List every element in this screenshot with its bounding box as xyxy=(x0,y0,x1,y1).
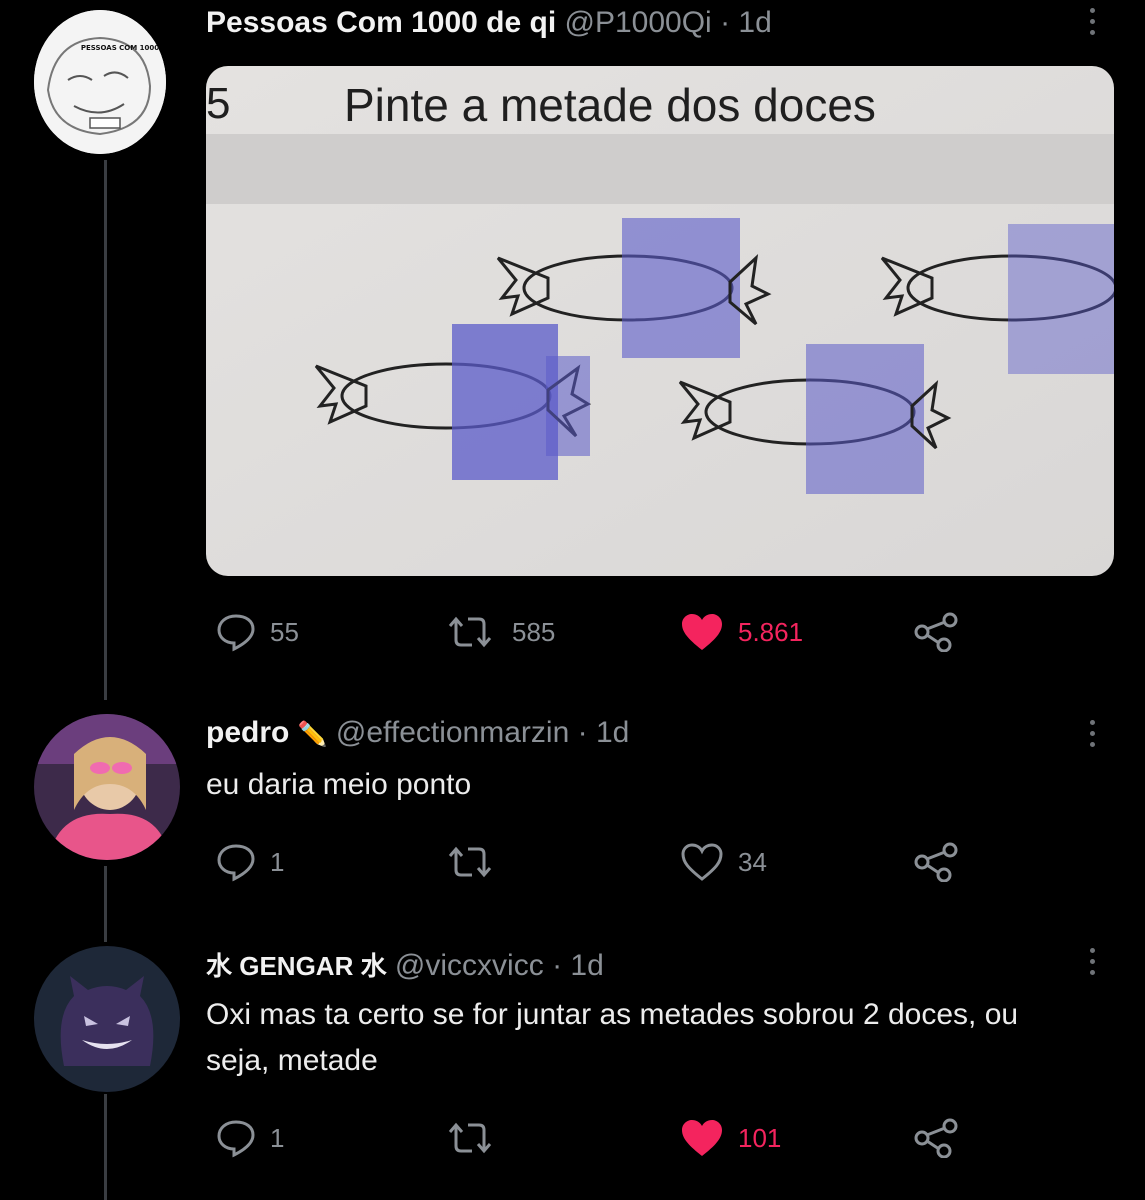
tweet-text: Oxi mas ta certo se for juntar as metade… xyxy=(206,998,1019,1077)
reply-button[interactable]: 55 xyxy=(216,612,299,652)
reply-icon xyxy=(217,614,255,652)
tweet-header: pedro ✏️ @effectionmarzin · 1d xyxy=(206,716,629,750)
like-count: 5.861 xyxy=(738,616,804,647)
more-icon[interactable] xyxy=(1082,720,1102,747)
reply-button[interactable]: 1 xyxy=(216,842,284,882)
tweet-media-image[interactable]: 5 Pinte a metade dos doces xyxy=(206,66,1114,576)
share-icon xyxy=(914,612,958,652)
thread-line-middle xyxy=(104,866,107,942)
worksheet-title: Pinte a metade dos doces xyxy=(344,79,876,131)
author-handle[interactable]: @P1000Qi xyxy=(565,6,712,39)
like-icon xyxy=(681,843,723,881)
tweet-time[interactable]: 1d xyxy=(738,6,771,39)
author-name[interactable]: pedro xyxy=(206,716,289,749)
share-icon xyxy=(914,842,958,882)
retweet-icon xyxy=(448,1122,492,1154)
like-button[interactable]: 34 xyxy=(680,842,767,882)
rage-face-avatar-image: PESSOAS COM 1000 DE QI xyxy=(34,10,166,154)
avatar[interactable] xyxy=(34,714,180,860)
share-button[interactable] xyxy=(914,612,958,652)
author-name[interactable]: 水 GENGAR 水 xyxy=(206,951,387,981)
more-icon[interactable] xyxy=(1082,948,1102,975)
like-button[interactable]: 5.861 xyxy=(680,612,803,652)
author-name[interactable]: Pessoas Com 1000 de qi xyxy=(206,6,556,39)
reply-count: 55 xyxy=(270,616,299,647)
like-icon xyxy=(682,1120,722,1156)
reply-count: 1 xyxy=(270,846,285,877)
separator-dot: · xyxy=(720,6,731,39)
share-button[interactable] xyxy=(914,1118,958,1158)
retweet-button[interactable]: 585 xyxy=(442,612,555,652)
reply-icon xyxy=(217,1120,255,1158)
reply-button[interactable]: 1 xyxy=(216,1118,284,1158)
share-button[interactable] xyxy=(914,842,958,882)
retweet-icon xyxy=(448,846,492,878)
tweet-header: 水 GENGAR 水 @viccxvicc · 1d xyxy=(206,946,604,983)
separator-dot: · xyxy=(552,949,563,982)
reply-count: 1 xyxy=(270,1122,285,1153)
like-button[interactable]: 101 xyxy=(680,1118,781,1158)
tweet-time[interactable]: 1d xyxy=(570,949,603,982)
worksheet-photo: 5 Pinte a metade dos doces xyxy=(206,66,1114,576)
avatar[interactable] xyxy=(34,946,180,1092)
thread-line-top xyxy=(104,160,107,700)
exercise-number: 5 xyxy=(206,79,230,128)
gengar-avatar-image xyxy=(34,946,180,1092)
reply-icon xyxy=(217,844,255,882)
author-handle[interactable]: @effectionmarzin xyxy=(336,716,569,749)
pedro-avatar-image xyxy=(34,714,180,860)
avatar-caption: PESSOAS COM 1000 DE QI xyxy=(81,44,166,52)
like-icon xyxy=(682,614,722,650)
retweet-button[interactable] xyxy=(442,1118,512,1158)
thread-line-bottom xyxy=(104,1094,107,1200)
retweet-count: 585 xyxy=(512,616,556,647)
retweet-icon xyxy=(448,616,492,648)
like-count: 101 xyxy=(738,1122,782,1153)
author-emoji: ✏️ xyxy=(297,721,328,748)
tweet-text: eu daria meio ponto xyxy=(206,768,472,801)
share-icon xyxy=(914,1118,958,1158)
separator-dot: · xyxy=(577,716,588,749)
tweet-time[interactable]: 1d xyxy=(596,716,629,749)
avatar[interactable]: PESSOAS COM 1000 DE QI xyxy=(34,10,166,154)
author-handle[interactable]: @viccxvicc xyxy=(395,949,544,982)
tweet-header: Pessoas Com 1000 de qi @P1000Qi · 1d xyxy=(206,6,772,40)
more-icon[interactable] xyxy=(1082,8,1102,35)
like-count: 34 xyxy=(738,846,767,877)
retweet-button[interactable] xyxy=(442,842,512,882)
